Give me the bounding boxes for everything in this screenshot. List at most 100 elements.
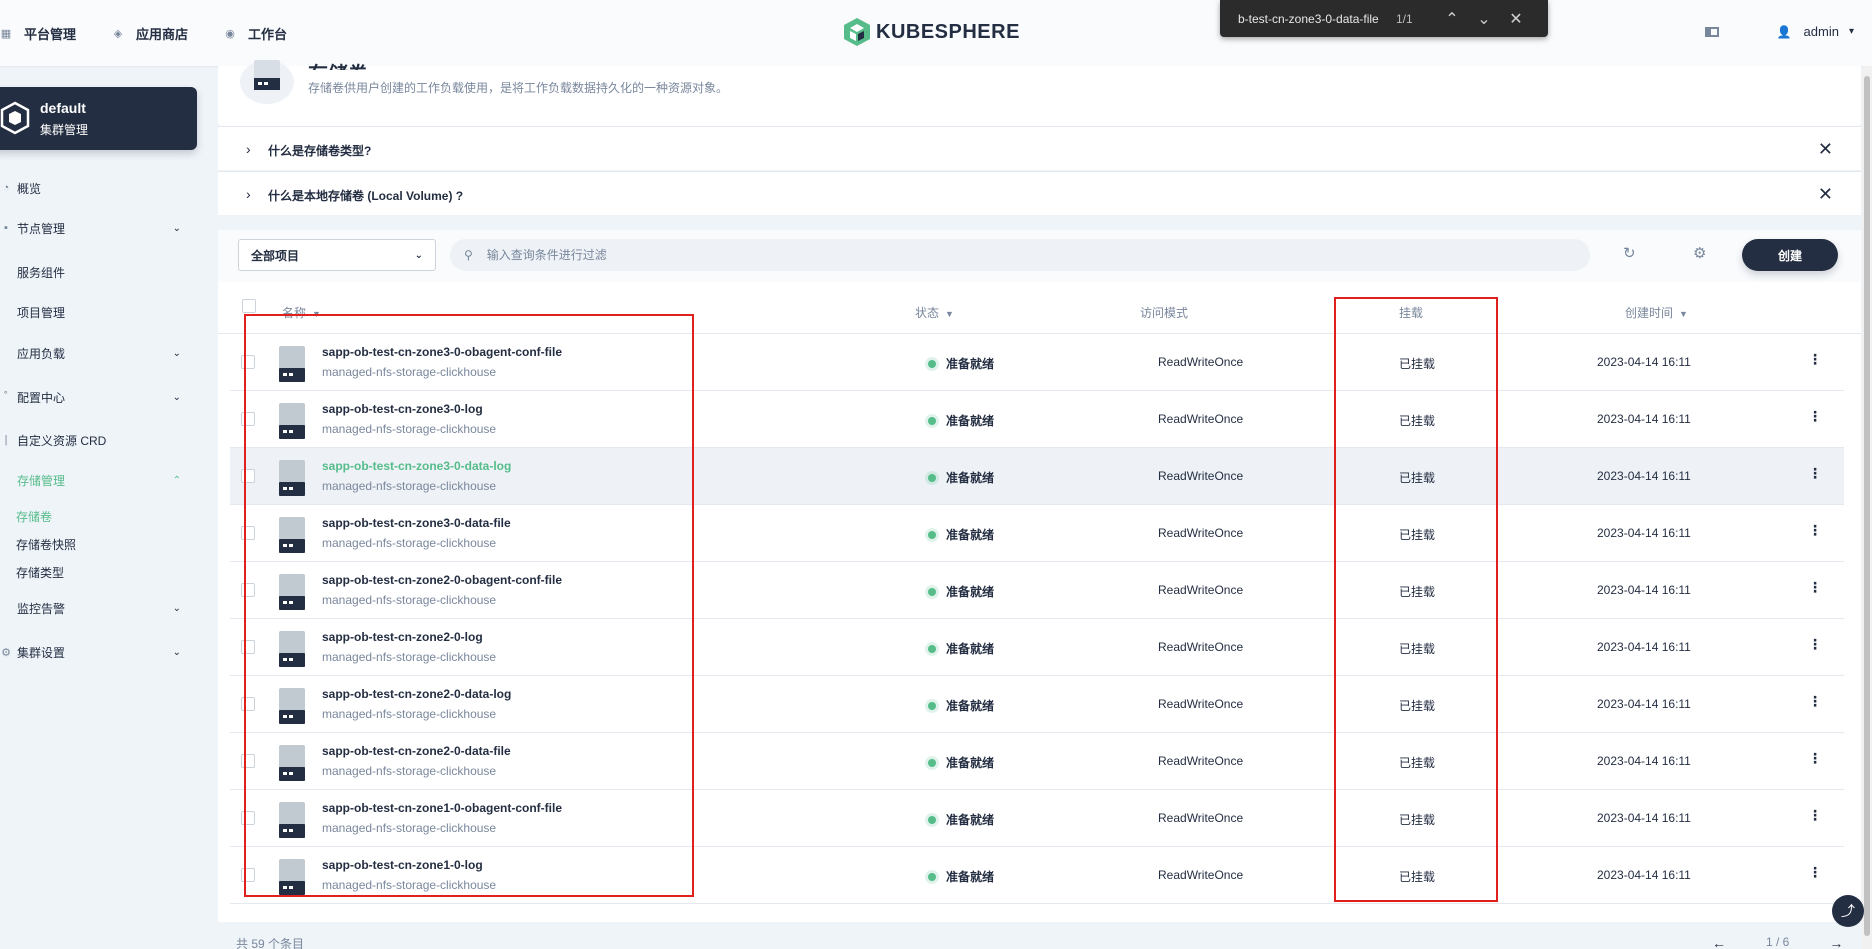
volume-name[interactable]: sapp-ob-test-cn-zone3-0-data-file bbox=[322, 516, 511, 530]
sidebar-sub-storage-classes[interactable]: 存储类型 bbox=[16, 564, 64, 581]
sidebar-item-label: 概览 bbox=[17, 181, 42, 196]
sidebar-item-components[interactable]: 服务组件 bbox=[0, 261, 185, 283]
column-status[interactable]: 状态 ▼ bbox=[915, 304, 954, 321]
sidebar-item-config[interactable]: ˚ 配置中心 ⌄ bbox=[0, 386, 185, 408]
sidebar-item-storage[interactable]: 存储管理 ⌃ bbox=[0, 469, 185, 491]
volume-name[interactable]: sapp-ob-test-cn-zone1-0-obagent-conf-fil… bbox=[322, 801, 562, 815]
sidebar-sub-snapshots[interactable]: 存储卷快照 bbox=[16, 536, 76, 553]
volume-name[interactable]: sapp-ob-test-cn-zone2-0-obagent-conf-fil… bbox=[322, 573, 562, 587]
table-row[interactable]: sapp-ob-test-cn-zone3-0-obagent-conf-fil… bbox=[230, 334, 1844, 391]
row-checkbox[interactable] bbox=[241, 355, 255, 369]
sidebar-item-settings[interactable]: ⚙ 集群设置 ⌄ bbox=[0, 641, 185, 663]
volume-name[interactable]: sapp-ob-test-cn-zone3-0-log bbox=[322, 402, 483, 416]
status-badge: 准备就绪 bbox=[928, 355, 994, 372]
volume-name[interactable]: sapp-ob-test-cn-zone2-0-data-log bbox=[322, 687, 511, 701]
row-checkbox[interactable] bbox=[241, 583, 255, 597]
row-checkbox[interactable] bbox=[241, 754, 255, 768]
tip-volume-types[interactable]: › 什么是存储卷类型? ✕ bbox=[218, 126, 1861, 170]
sidebar-item-monitoring[interactable]: 监控告警 ⌄ bbox=[0, 597, 185, 619]
storage-class: managed-nfs-storage-clickhouse bbox=[322, 821, 497, 835]
toolbar: 全部项目 ⌄ ⚲ ↻ ⚙ 创建 bbox=[218, 230, 1861, 282]
refresh-icon[interactable]: ↻ bbox=[1623, 244, 1636, 262]
prev-page-icon[interactable]: ← bbox=[1712, 935, 1726, 949]
select-all-checkbox[interactable] bbox=[242, 299, 256, 313]
nav-workbench[interactable]: ◉ 工作台 bbox=[224, 24, 287, 43]
cluster-card[interactable]: default 集群管理 bbox=[0, 87, 197, 150]
volume-name[interactable]: sapp-ob-test-cn-zone2-0-data-file bbox=[322, 744, 511, 758]
created-time: 2023-04-14 16:11 bbox=[1597, 754, 1691, 768]
column-created[interactable]: 创建时间 ▼ bbox=[1625, 304, 1688, 321]
created-time: 2023-04-14 16:11 bbox=[1597, 412, 1691, 426]
row-checkbox[interactable] bbox=[241, 412, 255, 426]
more-actions-icon[interactable]: ⋮ bbox=[1808, 750, 1822, 767]
mount-status: 已挂载 bbox=[1399, 699, 1436, 713]
table-row[interactable]: sapp-ob-test-cn-zone3-0-data-file managed… bbox=[230, 505, 1844, 562]
chevron-down-icon[interactable]: ▾ bbox=[1849, 26, 1854, 37]
kubesphere-logo[interactable]: KUBESPHERE bbox=[844, 18, 1020, 46]
next-page-icon[interactable]: → bbox=[1829, 935, 1843, 949]
row-checkbox[interactable] bbox=[241, 469, 255, 483]
more-actions-icon[interactable]: ⋮ bbox=[1808, 579, 1822, 596]
volume-name[interactable]: sapp-ob-test-cn-zone1-0-log bbox=[322, 858, 483, 872]
scrollbar-thumb[interactable] bbox=[1864, 76, 1870, 936]
sidebar-item-workloads[interactable]: 应用负载 ⌄ bbox=[0, 342, 185, 364]
search-bar[interactable]: ⚲ bbox=[450, 239, 1590, 271]
more-actions-icon[interactable]: ⋮ bbox=[1808, 351, 1822, 368]
table-row[interactable]: sapp-ob-test-cn-zone2-0-log managed-nfs-s… bbox=[230, 619, 1844, 676]
row-checkbox[interactable] bbox=[241, 811, 255, 825]
tip-local-volume[interactable]: › 什么是本地存储卷 (Local Volume) ? ✕ bbox=[218, 171, 1861, 215]
volume-name[interactable]: sapp-ob-test-cn-zone2-0-log bbox=[322, 630, 483, 644]
scrollbar[interactable] bbox=[1862, 66, 1872, 949]
table-header: 名称 ▼ 状态 ▼ 访问模式 挂载 创建时间 ▼ bbox=[218, 282, 1861, 334]
access-mode: ReadWriteOnce bbox=[1158, 754, 1244, 768]
nav-platform[interactable]: ▦ 平台管理 bbox=[0, 24, 76, 43]
find-close-icon[interactable]: ✕ bbox=[1500, 9, 1532, 29]
close-icon[interactable]: ✕ bbox=[1818, 184, 1833, 205]
row-checkbox[interactable] bbox=[241, 697, 255, 711]
user-name[interactable]: admin bbox=[1804, 24, 1839, 39]
close-icon[interactable]: ✕ bbox=[1818, 139, 1833, 160]
volume-name[interactable]: sapp-ob-test-cn-zone3-0-data-log bbox=[322, 459, 511, 473]
storage-class: managed-nfs-storage-clickhouse bbox=[322, 764, 497, 778]
table-row[interactable]: sapp-ob-test-cn-zone3-0-log managed-nfs-s… bbox=[230, 391, 1844, 448]
table-row[interactable]: sapp-ob-test-cn-zone2-0-data-log managed-… bbox=[230, 676, 1844, 733]
create-button[interactable]: 创建 bbox=[1742, 239, 1838, 271]
more-actions-icon[interactable]: ⋮ bbox=[1808, 864, 1822, 881]
more-actions-icon[interactable]: ⋮ bbox=[1808, 522, 1822, 539]
more-actions-icon[interactable]: ⋮ bbox=[1808, 693, 1822, 710]
sidebar-sub-volumes[interactable]: 存储卷 bbox=[16, 508, 52, 525]
volumes-table: 名称 ▼ 状态 ▼ 访问模式 挂载 创建时间 ▼ sapp-ob-test-cn-zo… bbox=[218, 282, 1861, 922]
row-checkbox[interactable] bbox=[241, 526, 255, 540]
table-row[interactable]: sapp-ob-test-cn-zone1-0-obagent-conf-fil… bbox=[230, 790, 1844, 847]
gear-icon[interactable]: ⚙ bbox=[1693, 244, 1706, 262]
created-time: 2023-04-14 16:11 bbox=[1597, 697, 1691, 711]
more-actions-icon[interactable]: ⋮ bbox=[1808, 408, 1822, 425]
sidebar-item-projects[interactable]: 项目管理 bbox=[0, 301, 185, 323]
row-checkbox[interactable] bbox=[241, 868, 255, 882]
more-actions-icon[interactable]: ⋮ bbox=[1808, 465, 1822, 482]
nav-app-store[interactable]: ◈ 应用商店 bbox=[112, 24, 188, 43]
toolbox-button[interactable]: ⤴ bbox=[1832, 895, 1864, 927]
status-dot bbox=[928, 359, 936, 368]
find-query[interactable]: b-test-cn-zone3-0-data-file bbox=[1238, 12, 1390, 26]
chevron-down-icon: ⌄ bbox=[414, 249, 423, 261]
sidebar-item-overview[interactable]: ◔ 概览 bbox=[0, 177, 185, 199]
more-actions-icon[interactable]: ⋮ bbox=[1808, 807, 1822, 824]
sidebar-item-nodes[interactable]: ▪ 节点管理 ⌄ bbox=[0, 217, 185, 239]
table-row[interactable]: sapp-ob-test-cn-zone2-0-data-file managed… bbox=[230, 733, 1844, 790]
volume-icon bbox=[279, 574, 305, 610]
search-input[interactable] bbox=[486, 248, 1387, 262]
sidebar-item-label: 自定义资源 CRD bbox=[17, 433, 107, 448]
more-actions-icon[interactable]: ⋮ bbox=[1808, 636, 1822, 653]
project-select[interactable]: 全部项目 ⌄ bbox=[238, 239, 436, 271]
column-name[interactable]: 名称 ▼ bbox=[282, 304, 321, 321]
docs-icon[interactable] bbox=[1704, 26, 1719, 37]
row-checkbox[interactable] bbox=[241, 640, 255, 654]
table-row[interactable]: sapp-ob-test-cn-zone2-0-obagent-conf-fil… bbox=[230, 562, 1844, 619]
find-prev-icon[interactable]: ⌃ bbox=[1436, 9, 1468, 29]
sidebar-item-crd[interactable]: | 自定义资源 CRD bbox=[0, 429, 185, 451]
find-next-icon[interactable]: ⌄ bbox=[1468, 9, 1500, 29]
table-row[interactable]: sapp-ob-test-cn-zone1-0-log managed-nfs-s… bbox=[230, 847, 1844, 904]
table-row[interactable]: sapp-ob-test-cn-zone3-0-data-log managed-… bbox=[230, 448, 1844, 505]
volume-name[interactable]: sapp-ob-test-cn-zone3-0-obagent-conf-fil… bbox=[322, 345, 562, 359]
